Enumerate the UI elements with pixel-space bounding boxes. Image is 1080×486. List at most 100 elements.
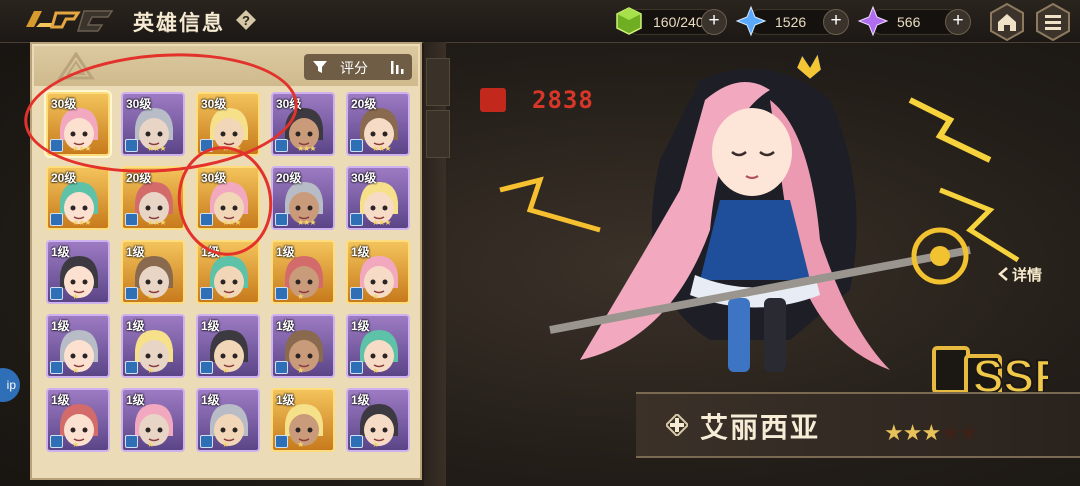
hero-card[interactable]: 30级 ★★★ — [196, 92, 260, 156]
class-badge-icon — [125, 287, 138, 300]
hero-level: 30级 — [276, 97, 302, 111]
hero-level: 20级 — [276, 171, 302, 185]
hero-card[interactable]: 1级 ★ — [46, 240, 110, 304]
hero-level: 20级 — [126, 171, 152, 185]
hero-level: 1级 — [51, 393, 70, 407]
hero-stars: ★ — [297, 440, 304, 449]
class-badge-icon — [275, 139, 288, 152]
side-tab-2[interactable] — [426, 110, 450, 158]
hero-card[interactable]: 20级 ★★★ — [121, 166, 185, 230]
hero-card[interactable]: 1级 ★ — [346, 240, 410, 304]
hero-level: 1级 — [126, 245, 145, 259]
hero-card[interactable]: 1级 ★ — [196, 240, 260, 304]
star-filled-icon: ★ — [921, 420, 941, 445]
class-badge-icon — [200, 139, 213, 152]
hero-stars: ★ — [372, 366, 379, 375]
blue-gem-resource: 1526 + — [735, 5, 849, 37]
add-purple-gem-button[interactable]: + — [945, 9, 971, 35]
class-badge-icon — [125, 139, 138, 152]
purple-gem-resource: 566 + — [857, 5, 971, 37]
hero-name-bar: 艾丽西亚 — [636, 392, 1080, 458]
hero-level: 1级 — [276, 319, 295, 333]
class-badge-icon — [275, 213, 288, 226]
hero-star-rating: ★★★★★ — [884, 420, 979, 446]
hero-stars: ★★★ — [72, 218, 91, 227]
hero-card[interactable]: 1级 ★ — [271, 314, 335, 378]
hero-card[interactable]: 30级 ★★★ — [121, 92, 185, 156]
hero-card[interactable]: 20级 ★★★ — [46, 166, 110, 230]
hero-stars: ★ — [147, 292, 154, 301]
class-badge-icon — [50, 287, 63, 300]
hero-stars: ★★★ — [222, 144, 241, 153]
hero-level: 1级 — [126, 319, 145, 333]
class-badge-icon — [350, 435, 363, 448]
class-badge-icon — [125, 361, 138, 374]
hero-level: 1级 — [276, 393, 295, 407]
hero-card[interactable]: 1级 ★ — [121, 240, 185, 304]
hero-stars: ★ — [72, 292, 79, 301]
hero-card[interactable]: 1级 ★ — [346, 314, 410, 378]
edge-button[interactable]: ip — [0, 368, 20, 402]
hero-stars: ★ — [72, 366, 79, 375]
hero-stars: ★★★ — [297, 218, 316, 227]
star-filled-icon: ★ — [884, 420, 904, 445]
hero-card[interactable]: 1级 ★ — [121, 388, 185, 452]
hero-level: 20级 — [51, 171, 77, 185]
hero-stars: ★★★ — [297, 144, 316, 153]
hero-card[interactable]: 1级 ★ — [346, 388, 410, 452]
add-blue-gem-button[interactable]: + — [823, 9, 849, 35]
hero-level: 30级 — [201, 171, 227, 185]
sort-order-icon — [391, 61, 404, 74]
home-icon[interactable] — [988, 3, 1026, 41]
hero-stars: ★★★ — [372, 144, 391, 153]
hero-level: 1级 — [201, 245, 220, 259]
hero-list-panel: 评分 30级 ★★★ 30级 ★★★ 30级 ★★★ 30级 ★★★ 20级 ★★★ 20级 ★★★ 2… — [30, 42, 422, 480]
hero-name: 艾丽西亚 — [700, 412, 821, 443]
hero-level: 1级 — [351, 319, 370, 333]
hero-stars: ★ — [147, 366, 154, 375]
hero-card[interactable]: 30级 ★★★ — [271, 92, 335, 156]
class-badge-icon — [350, 361, 363, 374]
hero-card[interactable]: 1级 ★ — [121, 314, 185, 378]
purple-gem-value: 566 — [897, 14, 921, 30]
hero-level: 1级 — [51, 319, 70, 333]
hero-stars: ★★★ — [72, 144, 91, 153]
help-icon[interactable]: ? — [236, 10, 256, 30]
detail-label: 详情 — [1012, 267, 1043, 284]
menu-icon[interactable] — [1034, 3, 1072, 41]
back-logo-icon[interactable] — [22, 7, 118, 33]
page-title: 英雄信息 — [133, 12, 225, 35]
triangle-emblem-icon — [57, 52, 95, 80]
hero-stars: ★★★ — [372, 218, 391, 227]
hero-card[interactable]: 1级 ★ — [271, 388, 335, 452]
hero-card[interactable]: 20级 ★★★ — [346, 92, 410, 156]
hero-card[interactable]: 30级 ★★★ — [46, 92, 110, 156]
hero-stars: ★ — [222, 366, 229, 375]
sort-button[interactable]: 评分 — [304, 54, 412, 80]
hero-card[interactable]: 1级 ★ — [271, 240, 335, 304]
hero-stars: ★★★ — [147, 218, 166, 227]
hero-level: 30级 — [351, 171, 377, 185]
hero-card[interactable]: 1级 ★ — [46, 314, 110, 378]
chevron-left-icon — [998, 267, 1008, 281]
class-badge-icon — [275, 435, 288, 448]
hero-card[interactable]: 30级 ★★★ — [196, 166, 260, 230]
hero-stars: ★ — [222, 292, 229, 301]
sort-label: 评分 — [340, 60, 368, 76]
hero-level: 1级 — [201, 319, 220, 333]
hero-card[interactable]: 20级 ★★★ — [271, 166, 335, 230]
hero-card[interactable]: 1级 ★ — [196, 314, 260, 378]
hero-level: 30级 — [51, 97, 77, 111]
class-badge-icon — [125, 435, 138, 448]
purple-crystal-icon — [857, 5, 889, 37]
hero-card[interactable]: 1级 ★ — [196, 388, 260, 452]
stamina-value: 160/240 — [653, 14, 704, 30]
hero-card[interactable]: 1级 ★ — [46, 388, 110, 452]
hero-card[interactable]: 30级 ★★★ — [346, 166, 410, 230]
hero-stars: ★ — [72, 440, 79, 449]
detail-button[interactable]: 详情 — [998, 264, 1043, 285]
add-stamina-button[interactable]: + — [701, 9, 727, 35]
class-badge-icon — [125, 213, 138, 226]
side-tab-1[interactable] — [426, 58, 450, 106]
class-badge-icon — [275, 287, 288, 300]
